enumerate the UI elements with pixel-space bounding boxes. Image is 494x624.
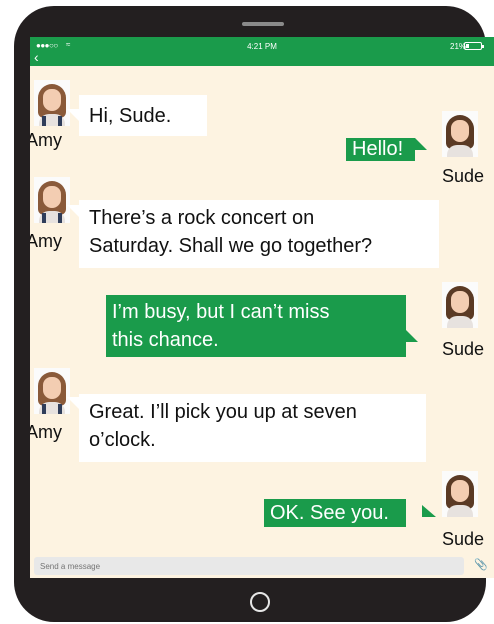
message-text: Hi, Sude.: [89, 105, 172, 127]
message-text-line: o’clock.: [89, 429, 156, 451]
battery-icon: [464, 42, 484, 50]
avatar-amy: [34, 177, 70, 223]
avatar-amy: [34, 80, 70, 126]
speaker-grille: [242, 22, 284, 26]
avatar-sude: [442, 111, 478, 157]
bubble-tail: [67, 205, 79, 217]
message-text: OK. See you.: [270, 502, 389, 524]
chat-screen: ●●●○○ ≈ 4:21 PM 21% ‹ Amy Hi, Sude. Hell…: [30, 37, 494, 578]
message-bubble: I’m busy, but I can’t miss this chance.: [106, 295, 406, 357]
chevron-left-icon[interactable]: ‹: [34, 50, 39, 64]
sender-name: Amy: [30, 231, 62, 251]
paperclip-icon[interactable]: 📎: [474, 558, 488, 571]
sender-name: Amy: [30, 130, 62, 150]
sender-name: Sude: [442, 529, 485, 549]
bubble-tail: [406, 330, 418, 342]
message-text-line: Saturday. Shall we go together?: [89, 235, 373, 257]
bubble-tail: [415, 138, 427, 150]
message-text: Hello!: [352, 138, 404, 160]
message-text-line: I’m busy, but I can’t miss: [112, 301, 330, 323]
avatar-amy: [34, 368, 70, 414]
sender-name: Sude: [442, 339, 485, 359]
message-bubble: Hi, Sude.: [79, 95, 207, 136]
message-text-line: There’s a rock concert on: [89, 207, 315, 229]
sender-name: Amy: [30, 422, 62, 442]
message-composer: 📎: [30, 555, 494, 578]
message-text-line: this chance.: [112, 329, 219, 351]
bubble-tail: [67, 109, 79, 121]
bubble-tail: [422, 505, 436, 517]
message-bubble: OK. See you.: [264, 499, 406, 527]
message-input[interactable]: [34, 557, 464, 575]
message-bubble: Great. I’ll pick you up at seven o’clock…: [79, 394, 426, 462]
message-bubble: There’s a rock concert on Saturday. Shal…: [79, 200, 439, 268]
message-bubble: Hello!: [346, 138, 415, 161]
avatar-sude: [442, 282, 478, 328]
status-time: 4:21 PM: [247, 42, 277, 51]
avatar-sude: [442, 471, 478, 517]
sender-name: Sude: [442, 166, 485, 186]
status-bar: ●●●○○ ≈ 4:21 PM 21% ‹: [30, 37, 494, 66]
message-text-line: Great. I’ll pick you up at seven: [89, 401, 357, 423]
bubble-tail: [67, 397, 79, 409]
home-button[interactable]: [250, 592, 270, 612]
